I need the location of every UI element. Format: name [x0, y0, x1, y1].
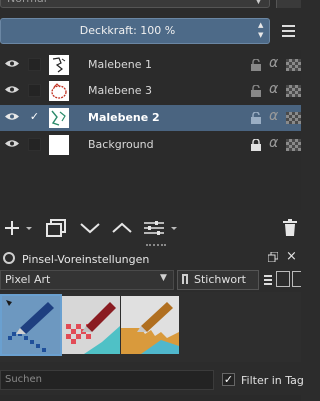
- layer-checkbox[interactable]: [28, 84, 41, 97]
- float-panel-icon[interactable]: [268, 252, 278, 262]
- layer-thumbnail: [49, 108, 69, 128]
- transparency-icon[interactable]: [286, 85, 301, 97]
- layer-thumbnail: [49, 81, 69, 101]
- layer-name[interactable]: Malebene 2: [88, 111, 160, 124]
- layer-checkbox[interactable]: [28, 138, 41, 151]
- layer-name[interactable]: Malebene 3: [88, 84, 152, 97]
- tag-icon: [182, 274, 188, 284]
- list-menu-icon[interactable]: [264, 275, 272, 287]
- panel-footer: [0, 395, 301, 401]
- eye-icon[interactable]: [5, 59, 19, 68]
- layer-row-malebene-3[interactable]: Malebene 3 α: [0, 78, 301, 104]
- layer-row-malebene-2[interactable]: ✓ Malebene 2 α: [0, 105, 301, 131]
- tag-select[interactable]: Pixel Art: [0, 270, 174, 290]
- delete-icon[interactable]: [282, 219, 298, 237]
- preset-search-input[interactable]: Suchen: [0, 370, 214, 390]
- alpha-lock-icon[interactable]: α: [269, 135, 278, 151]
- unlock-icon[interactable]: [251, 59, 261, 71]
- unlock-icon[interactable]: [251, 112, 261, 124]
- lock-icon[interactable]: [251, 139, 261, 151]
- properties-icon[interactable]: [143, 220, 181, 236]
- eye-icon[interactable]: [5, 139, 19, 148]
- opacity-label: Deckkraft: 100 %: [79, 24, 176, 37]
- filter-in-tag-checkbox[interactable]: ✓: [222, 373, 235, 386]
- splitter-handle[interactable]: [146, 244, 166, 249]
- chevron-down-icon: ▼: [160, 273, 167, 283]
- unlock-icon[interactable]: [251, 85, 261, 97]
- alpha-lock-icon[interactable]: α: [269, 108, 278, 124]
- spin-down-icon[interactable]: ▼: [258, 31, 263, 39]
- preset-blue-pen[interactable]: [0, 294, 62, 356]
- alpha-lock-icon[interactable]: α: [269, 55, 278, 71]
- view-mode-icon-2[interactable]: [292, 271, 301, 287]
- plus-icon[interactable]: [4, 220, 34, 236]
- layer-row-background[interactable]: Background α: [0, 132, 301, 158]
- preset-yellow-pen[interactable]: [121, 296, 179, 354]
- transparency-icon[interactable]: [286, 112, 301, 124]
- layer-checkbox[interactable]: [28, 58, 41, 71]
- layer-thumbnail: [49, 135, 69, 155]
- filter-in-tag-label: Filter in Tag: [241, 374, 304, 387]
- move-down-icon[interactable]: [79, 222, 101, 234]
- layer-row-malebene-1[interactable]: Malebene 1 α: [0, 52, 301, 78]
- layer-name[interactable]: Background: [88, 138, 154, 151]
- transparency-icon[interactable]: [286, 59, 301, 71]
- brush-presets-icon: [3, 252, 15, 264]
- panel-title: Pinsel-Voreinstellungen: [22, 253, 150, 266]
- layer-thumbnail: [49, 55, 69, 75]
- close-icon[interactable]: ×: [286, 249, 297, 264]
- layer-list: Malebene 1 α Malebene 3 α ✓ Malebene 2 α…: [0, 50, 301, 210]
- eye-icon[interactable]: [5, 85, 19, 94]
- eye-icon[interactable]: [5, 112, 19, 121]
- layer-checkbox[interactable]: ✓: [28, 111, 41, 124]
- blend-mode-select[interactable]: Normal: [0, 0, 270, 8]
- duplicate-icon[interactable]: [46, 219, 68, 237]
- view-mode-icon[interactable]: [276, 271, 290, 287]
- blend-side-button[interactable]: [276, 0, 301, 8]
- transparency-icon[interactable]: [286, 139, 301, 151]
- preset-red-pen[interactable]: [62, 296, 120, 354]
- layer-name[interactable]: Malebene 1: [88, 58, 152, 71]
- alpha-lock-icon[interactable]: α: [269, 81, 278, 97]
- keyword-button[interactable]: Stichwort: [177, 270, 259, 290]
- chevron-down-icon: ▼: [255, 0, 262, 6]
- move-up-icon[interactable]: [111, 222, 133, 234]
- hamburger-menu-icon[interactable]: [276, 18, 301, 44]
- spin-up-icon[interactable]: ▲: [258, 21, 263, 29]
